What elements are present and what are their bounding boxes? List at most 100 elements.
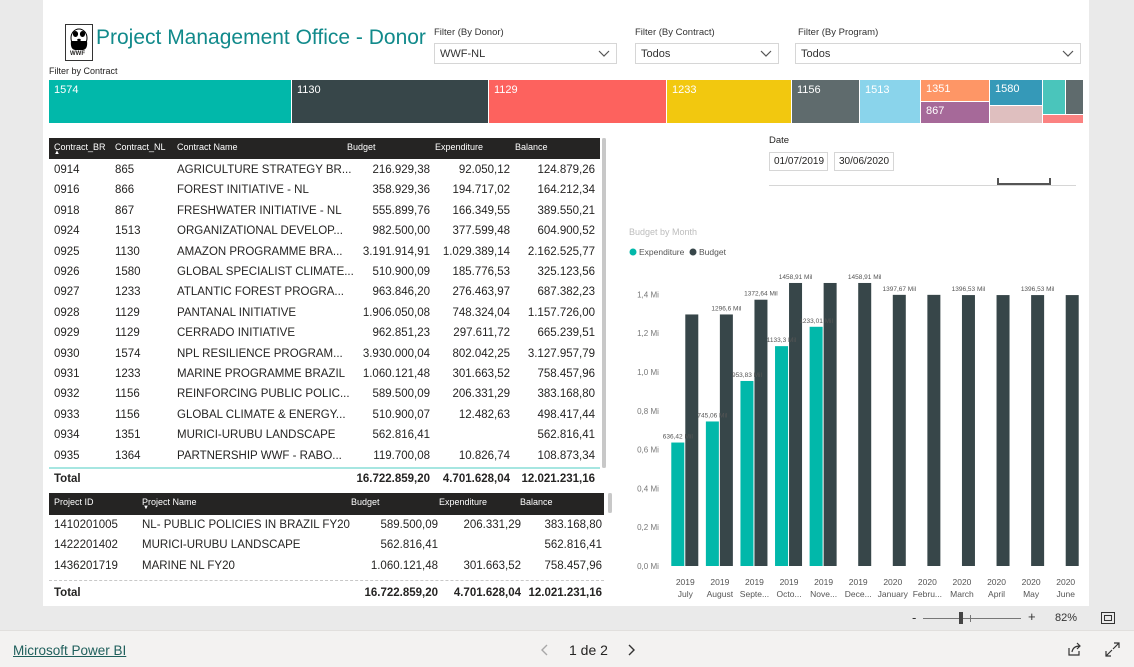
- table-cell: 562.816,41: [537, 429, 595, 442]
- scrollbar-thumb[interactable]: [608, 493, 612, 513]
- legend-expenditure-label[interactable]: Expenditure: [639, 247, 685, 257]
- treemap-tile[interactable]: [1043, 80, 1065, 114]
- table-cell: 0932: [54, 388, 80, 401]
- table-row[interactable]: 0932 1156 REINFORCING PUBLIC POLIC... 589.5…: [49, 385, 600, 405]
- date-end-input[interactable]: 30/06/2020: [834, 152, 894, 171]
- treemap-tile[interactable]: 1574: [49, 80, 291, 123]
- treemap-tile[interactable]: 1580: [990, 80, 1042, 105]
- scrollbar-thumb[interactable]: [602, 138, 606, 468]
- table-row[interactable]: 0924 1513 ORGANIZATIONAL DEVELOP... 982.500…: [49, 222, 600, 242]
- treemap-tile[interactable]: [990, 106, 1042, 123]
- treemap-tile[interactable]: 1351: [921, 80, 989, 101]
- expenditure-bar[interactable]: [740, 380, 754, 566]
- treemap-tile[interactable]: 1130: [292, 80, 488, 123]
- x-tick-label: 2019: [710, 577, 729, 587]
- treemap-tile[interactable]: 1233: [667, 80, 791, 123]
- x-tick-label: Octo...: [777, 589, 802, 599]
- budget-bar[interactable]: [719, 314, 733, 566]
- table-cell: NL- PUBLIC POLICIES IN BRAZIL FY20: [142, 519, 350, 531]
- budget-bar[interactable]: [754, 299, 768, 566]
- table-cell: 865: [115, 164, 135, 176]
- treemap-tile[interactable]: [1066, 80, 1083, 114]
- fit-to-page-icon[interactable]: [1101, 612, 1115, 624]
- next-page-icon[interactable]: [626, 644, 636, 656]
- zoom-in-button[interactable]: +: [1028, 609, 1036, 624]
- table-row[interactable]: 0933 1156 GLOBAL CLIMATE & ENERGY... 510.90…: [49, 406, 600, 426]
- budget-bar[interactable]: [789, 282, 803, 566]
- y-tick-label: 0,6 Mi: [637, 446, 659, 455]
- fullscreen-icon[interactable]: [1105, 642, 1120, 657]
- table-row[interactable]: 1410201005 NL- PUBLIC POLICIES IN BRAZIL …: [49, 516, 604, 536]
- y-tick-label: 0,2 Mi: [637, 523, 659, 532]
- date-slider-handle-end[interactable]: [1049, 178, 1051, 185]
- table-row[interactable]: 0931 1233 MARINE PROGRAMME BRAZIL 1.060.121…: [49, 365, 600, 385]
- table-row[interactable]: 0930 1574 NPL RESILIENCE PROGRAM... 3.930.0…: [49, 345, 600, 365]
- table-row[interactable]: 0935 1364 PARTNERSHIP WWF - RABO... 119.700…: [49, 447, 600, 467]
- table-row[interactable]: 0914 865 AGRICULTURE STRATEGY BR... 216.929…: [49, 161, 600, 181]
- bars: [671, 282, 1079, 566]
- expenditure-bar[interactable]: [705, 421, 719, 566]
- contracts-total-row: Total 16.722.859,20 4.701.628,04 12.021.…: [49, 469, 600, 491]
- table-row[interactable]: 0934 1351 MURICI-URUBU LANDSCAPE 562.816,41…: [49, 426, 600, 446]
- legend-budget-label[interactable]: Budget: [699, 247, 727, 257]
- budget-bar[interactable]: [892, 294, 906, 566]
- column-header[interactable]: Expenditure: [435, 142, 483, 152]
- expenditure-bar[interactable]: [775, 346, 789, 566]
- zoom-slider-track[interactable]: [923, 618, 1021, 619]
- zoom-out-button[interactable]: -: [912, 610, 916, 625]
- contract-filter-dropdown[interactable]: Todos: [635, 43, 779, 64]
- zoom-bar: - + 82%: [0, 606, 1134, 630]
- projects-scrollbar[interactable]: [608, 493, 612, 513]
- column-header[interactable]: Expenditure: [439, 497, 487, 507]
- table-row[interactable]: 0929 1129 CERRADO INITIATIVE 962.851,23 297.…: [49, 324, 600, 344]
- column-header[interactable]: Balance: [515, 142, 548, 152]
- date-slider-track[interactable]: [769, 185, 1076, 186]
- table-cell: 206.331,29: [452, 388, 510, 401]
- budget-bar[interactable]: [996, 295, 1010, 566]
- column-header[interactable]: Project ID: [54, 497, 94, 507]
- table-row[interactable]: 0925 1130 AMAZON PROGRAMME BRA... 3.191.914…: [49, 243, 600, 263]
- budget-bar[interactable]: [961, 295, 975, 566]
- table-row[interactable]: 0916 866 FOREST INITIATIVE - NL 358.929,36 1…: [49, 181, 600, 201]
- power-bi-link[interactable]: Microsoft Power BI: [13, 643, 126, 658]
- program-filter-dropdown[interactable]: Todos: [795, 43, 1081, 64]
- x-tick-label: Febru...: [913, 589, 942, 599]
- budget-bar[interactable]: [823, 282, 837, 566]
- date-start-input[interactable]: 01/07/2019: [769, 152, 828, 171]
- table-cell: 92.050,12: [458, 164, 510, 176]
- column-header[interactable]: Contract Name: [177, 142, 238, 152]
- zoom-slider-thumb[interactable]: [959, 612, 963, 624]
- donor-filter-dropdown[interactable]: WWF-NL: [434, 43, 617, 64]
- table-cell: 383.168,80: [537, 388, 595, 401]
- table-cell: 0934: [54, 429, 80, 442]
- treemap-tile[interactable]: 1129: [489, 80, 666, 123]
- treemap-tile[interactable]: 867: [921, 102, 989, 123]
- table-row[interactable]: 0918 867 FRESHWATER INITIATIVE - NL 555.899…: [49, 202, 600, 222]
- table-row[interactable]: 0928 1129 PANTANAL INITIATIVE 1.906.050,08 7…: [49, 304, 600, 324]
- column-header[interactable]: Budget: [351, 497, 380, 507]
- date-slider-handle-start[interactable]: [997, 178, 999, 185]
- column-header[interactable]: Project Name: [142, 497, 197, 507]
- previous-page-icon[interactable]: [540, 644, 550, 656]
- treemap-tile[interactable]: [1043, 115, 1083, 123]
- budget-bar[interactable]: [1065, 295, 1079, 566]
- treemap-tile[interactable]: 1156: [792, 80, 859, 123]
- budget-bar[interactable]: [927, 294, 941, 566]
- expenditure-bar[interactable]: [809, 326, 823, 566]
- budget-bar[interactable]: [1031, 295, 1045, 566]
- expenditure-bar[interactable]: [671, 442, 685, 566]
- column-header[interactable]: Budget: [347, 142, 376, 152]
- contracts-scrollbar[interactable]: [602, 138, 606, 468]
- table-row[interactable]: 0927 1233 ATLANTIC FOREST PROGRA... 963.846…: [49, 283, 600, 303]
- y-tick-label: 0,8 Mi: [637, 407, 659, 416]
- column-header[interactable]: Contract_NL: [115, 142, 166, 152]
- table-row[interactable]: 1436201719 MARINE NL FY20 1.060.121,48 301.…: [49, 557, 604, 577]
- table-row[interactable]: 1422201402 MURICI-URUBU LANDSCAPE 562.816,…: [49, 536, 604, 556]
- column-header[interactable]: Balance: [520, 497, 553, 507]
- table-row[interactable]: 0926 1580 GLOBAL SPECIALIST CLIMATE... 510.…: [49, 263, 600, 283]
- treemap-tile[interactable]: 1513: [860, 80, 920, 123]
- date-slider-range[interactable]: [998, 183, 1051, 185]
- budget-bar[interactable]: [858, 282, 872, 566]
- column-header[interactable]: Contract_BR: [54, 142, 106, 152]
- share-icon[interactable]: [1067, 642, 1082, 657]
